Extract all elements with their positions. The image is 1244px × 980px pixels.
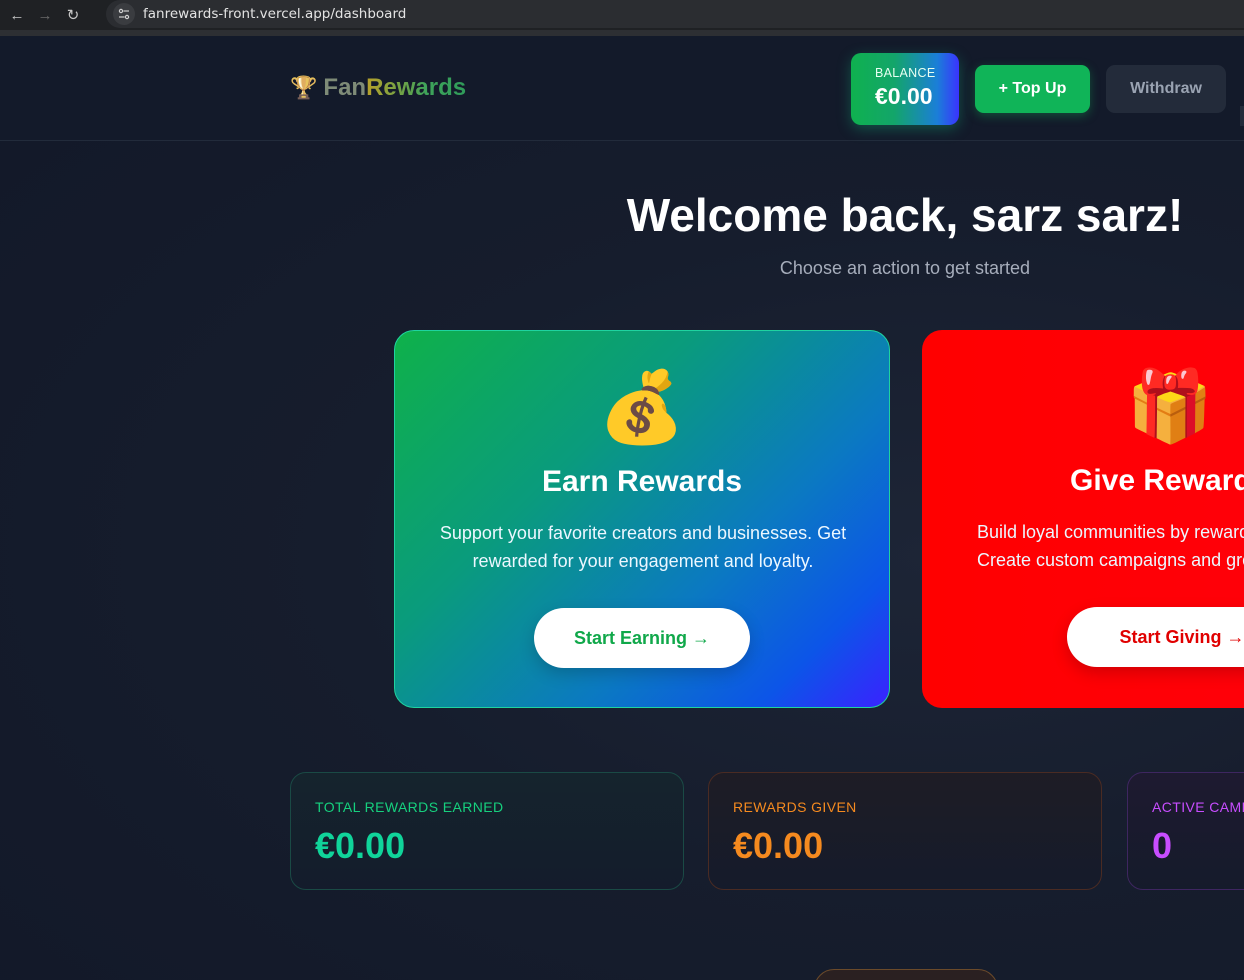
url-text: fanrewards-front.vercel.app/dashboard bbox=[143, 6, 407, 22]
give-card-description-line2: Create custom campaigns and grow bbox=[977, 550, 1244, 570]
stat-label: ACTIVE CAMPAIGNS bbox=[1152, 799, 1244, 815]
start-earning-button[interactable]: Start Earning → bbox=[534, 608, 750, 668]
stat-value: €0.00 bbox=[315, 825, 406, 866]
bottom-action-button[interactable] bbox=[814, 969, 998, 980]
stat-value: 0 bbox=[1152, 825, 1173, 866]
logo-text-fan: Fan bbox=[323, 74, 367, 101]
give-card-description-line1: Build loyal communities by rewarding bbox=[977, 522, 1244, 542]
rewards-given-card: REWARDS GIVEN €0.00 bbox=[708, 772, 1102, 890]
money-bag-icon: 💰 bbox=[598, 368, 686, 446]
balance-label: BALANCE bbox=[875, 66, 936, 80]
dashboard-page: 🏆 Fan Rewards BALANCE €0.00 + Top Up Wit… bbox=[0, 36, 1244, 980]
earn-card-description: Support your favorite creators and busin… bbox=[439, 523, 847, 571]
total-rewards-earned-card: TOTAL REWARDS EARNED €0.00 bbox=[290, 772, 684, 890]
logo-text-rewards: Rewards bbox=[366, 74, 467, 101]
balance-card: BALANCE €0.00 bbox=[851, 53, 959, 125]
trophy-icon: 🏆 bbox=[290, 75, 318, 100]
earn-card-title: Earn Rewards bbox=[541, 465, 743, 498]
give-card-description: Build loyal communities by rewarding Cre… bbox=[962, 518, 1244, 574]
withdraw-button[interactable]: Withdraw bbox=[1106, 65, 1226, 113]
balance-amount: €0.00 bbox=[875, 83, 933, 109]
reload-icon[interactable]: ↻ bbox=[62, 4, 84, 26]
site-settings-icon[interactable] bbox=[113, 3, 135, 25]
back-arrow-icon[interactable]: ← bbox=[6, 4, 28, 26]
give-card-title: Give Rewards bbox=[1070, 464, 1244, 497]
browser-toolbar: ← → ↻ fanrewards-front.vercel.app/dashbo… bbox=[0, 0, 1244, 30]
give-rewards-card[interactable]: 🎁 Give Rewards Build loyal communities b… bbox=[922, 330, 1244, 708]
app-header: 🏆 Fan Rewards BALANCE €0.00 + Top Up Wit… bbox=[0, 36, 1244, 141]
top-up-button[interactable]: + Top Up bbox=[975, 65, 1090, 113]
start-giving-button[interactable]: Start Giving → bbox=[1067, 607, 1244, 667]
welcome-title: Welcome back, sarz sarz! bbox=[626, 189, 1184, 241]
earn-rewards-card[interactable]: 💰 Earn Rewards Support your favorite cre… bbox=[394, 330, 890, 708]
welcome-subtitle: Choose an action to get started bbox=[779, 258, 1031, 278]
logo[interactable]: 🏆 Fan Rewards bbox=[290, 74, 466, 102]
address-bar[interactable]: fanrewards-front.vercel.app/dashboard bbox=[106, 0, 1244, 28]
stat-label: REWARDS GIVEN bbox=[733, 799, 857, 815]
offscreen-header-button[interactable] bbox=[1240, 106, 1244, 126]
stat-value: €0.00 bbox=[733, 825, 824, 866]
forward-arrow-icon[interactable]: → bbox=[34, 4, 56, 26]
gift-icon: 🎁 bbox=[1126, 367, 1214, 445]
active-campaigns-card: ACTIVE CAMPAIGNS 0 bbox=[1127, 772, 1244, 890]
stat-label: TOTAL REWARDS EARNED bbox=[315, 799, 504, 815]
